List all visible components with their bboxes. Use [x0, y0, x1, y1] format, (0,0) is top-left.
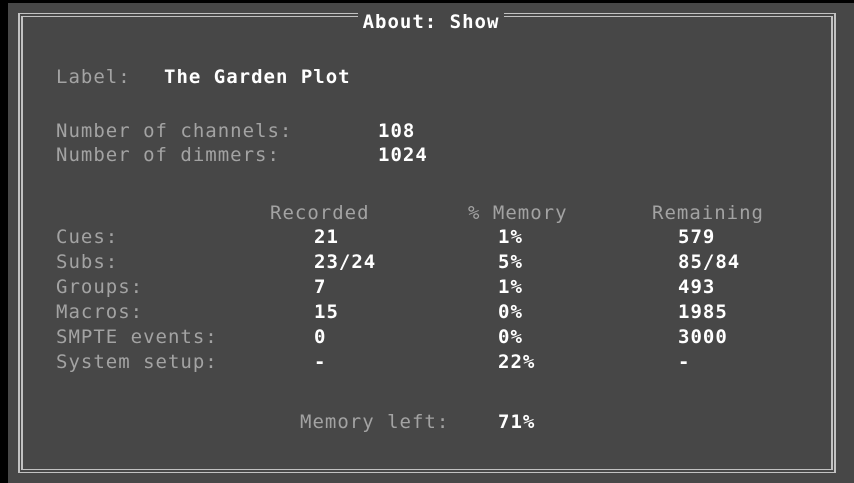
groups-recorded: 7 — [314, 276, 327, 298]
smpte-memory: 0% — [498, 326, 523, 348]
dimmers-value: 1024 — [378, 144, 428, 166]
memory-left-value: 71% — [498, 411, 536, 433]
row-label-subs: Subs: — [56, 251, 119, 273]
header-recorded: Recorded — [270, 202, 370, 224]
header-remaining: Remaining — [652, 202, 764, 224]
subs-recorded: 23/24 — [314, 251, 377, 273]
subs-memory: 5% — [498, 251, 523, 273]
label-caption: Label: — [56, 66, 131, 88]
dimmers-caption: Number of dimmers: — [56, 144, 280, 166]
row-label-cues: Cues: — [56, 226, 119, 248]
system-setup-remaining: - — [678, 351, 691, 373]
show-label-value: The Garden Plot — [164, 66, 351, 88]
subs-remaining: 85/84 — [678, 251, 741, 273]
groups-remaining: 493 — [678, 276, 716, 298]
macros-recorded: 15 — [314, 301, 339, 323]
channels-value: 108 — [378, 120, 416, 142]
system-setup-recorded: - — [314, 351, 327, 373]
window-title: About: Show — [357, 11, 505, 33]
smpte-recorded: 0 — [314, 326, 327, 348]
channels-caption: Number of channels: — [56, 120, 293, 142]
header-memory: % Memory — [468, 202, 568, 224]
groups-memory: 1% — [498, 276, 523, 298]
row-label-smpte-events: SMPTE events: — [56, 326, 218, 348]
cues-recorded: 21 — [314, 226, 339, 248]
cues-remaining: 579 — [678, 226, 716, 248]
cues-memory: 1% — [498, 226, 523, 248]
macros-remaining: 1985 — [678, 301, 728, 323]
window-title-bar: About: Show — [8, 9, 854, 35]
row-label-system-setup: System setup: — [56, 351, 218, 373]
memory-left-caption: Memory left: — [300, 411, 450, 433]
macros-memory: 0% — [498, 301, 523, 323]
smpte-remaining: 3000 — [678, 326, 728, 348]
row-label-groups: Groups: — [56, 276, 144, 298]
row-label-macros: Macros: — [56, 301, 144, 323]
about-show-window: About: Show Label: The Garden Plot Numbe… — [8, 3, 854, 483]
system-setup-memory: 22% — [498, 351, 536, 373]
